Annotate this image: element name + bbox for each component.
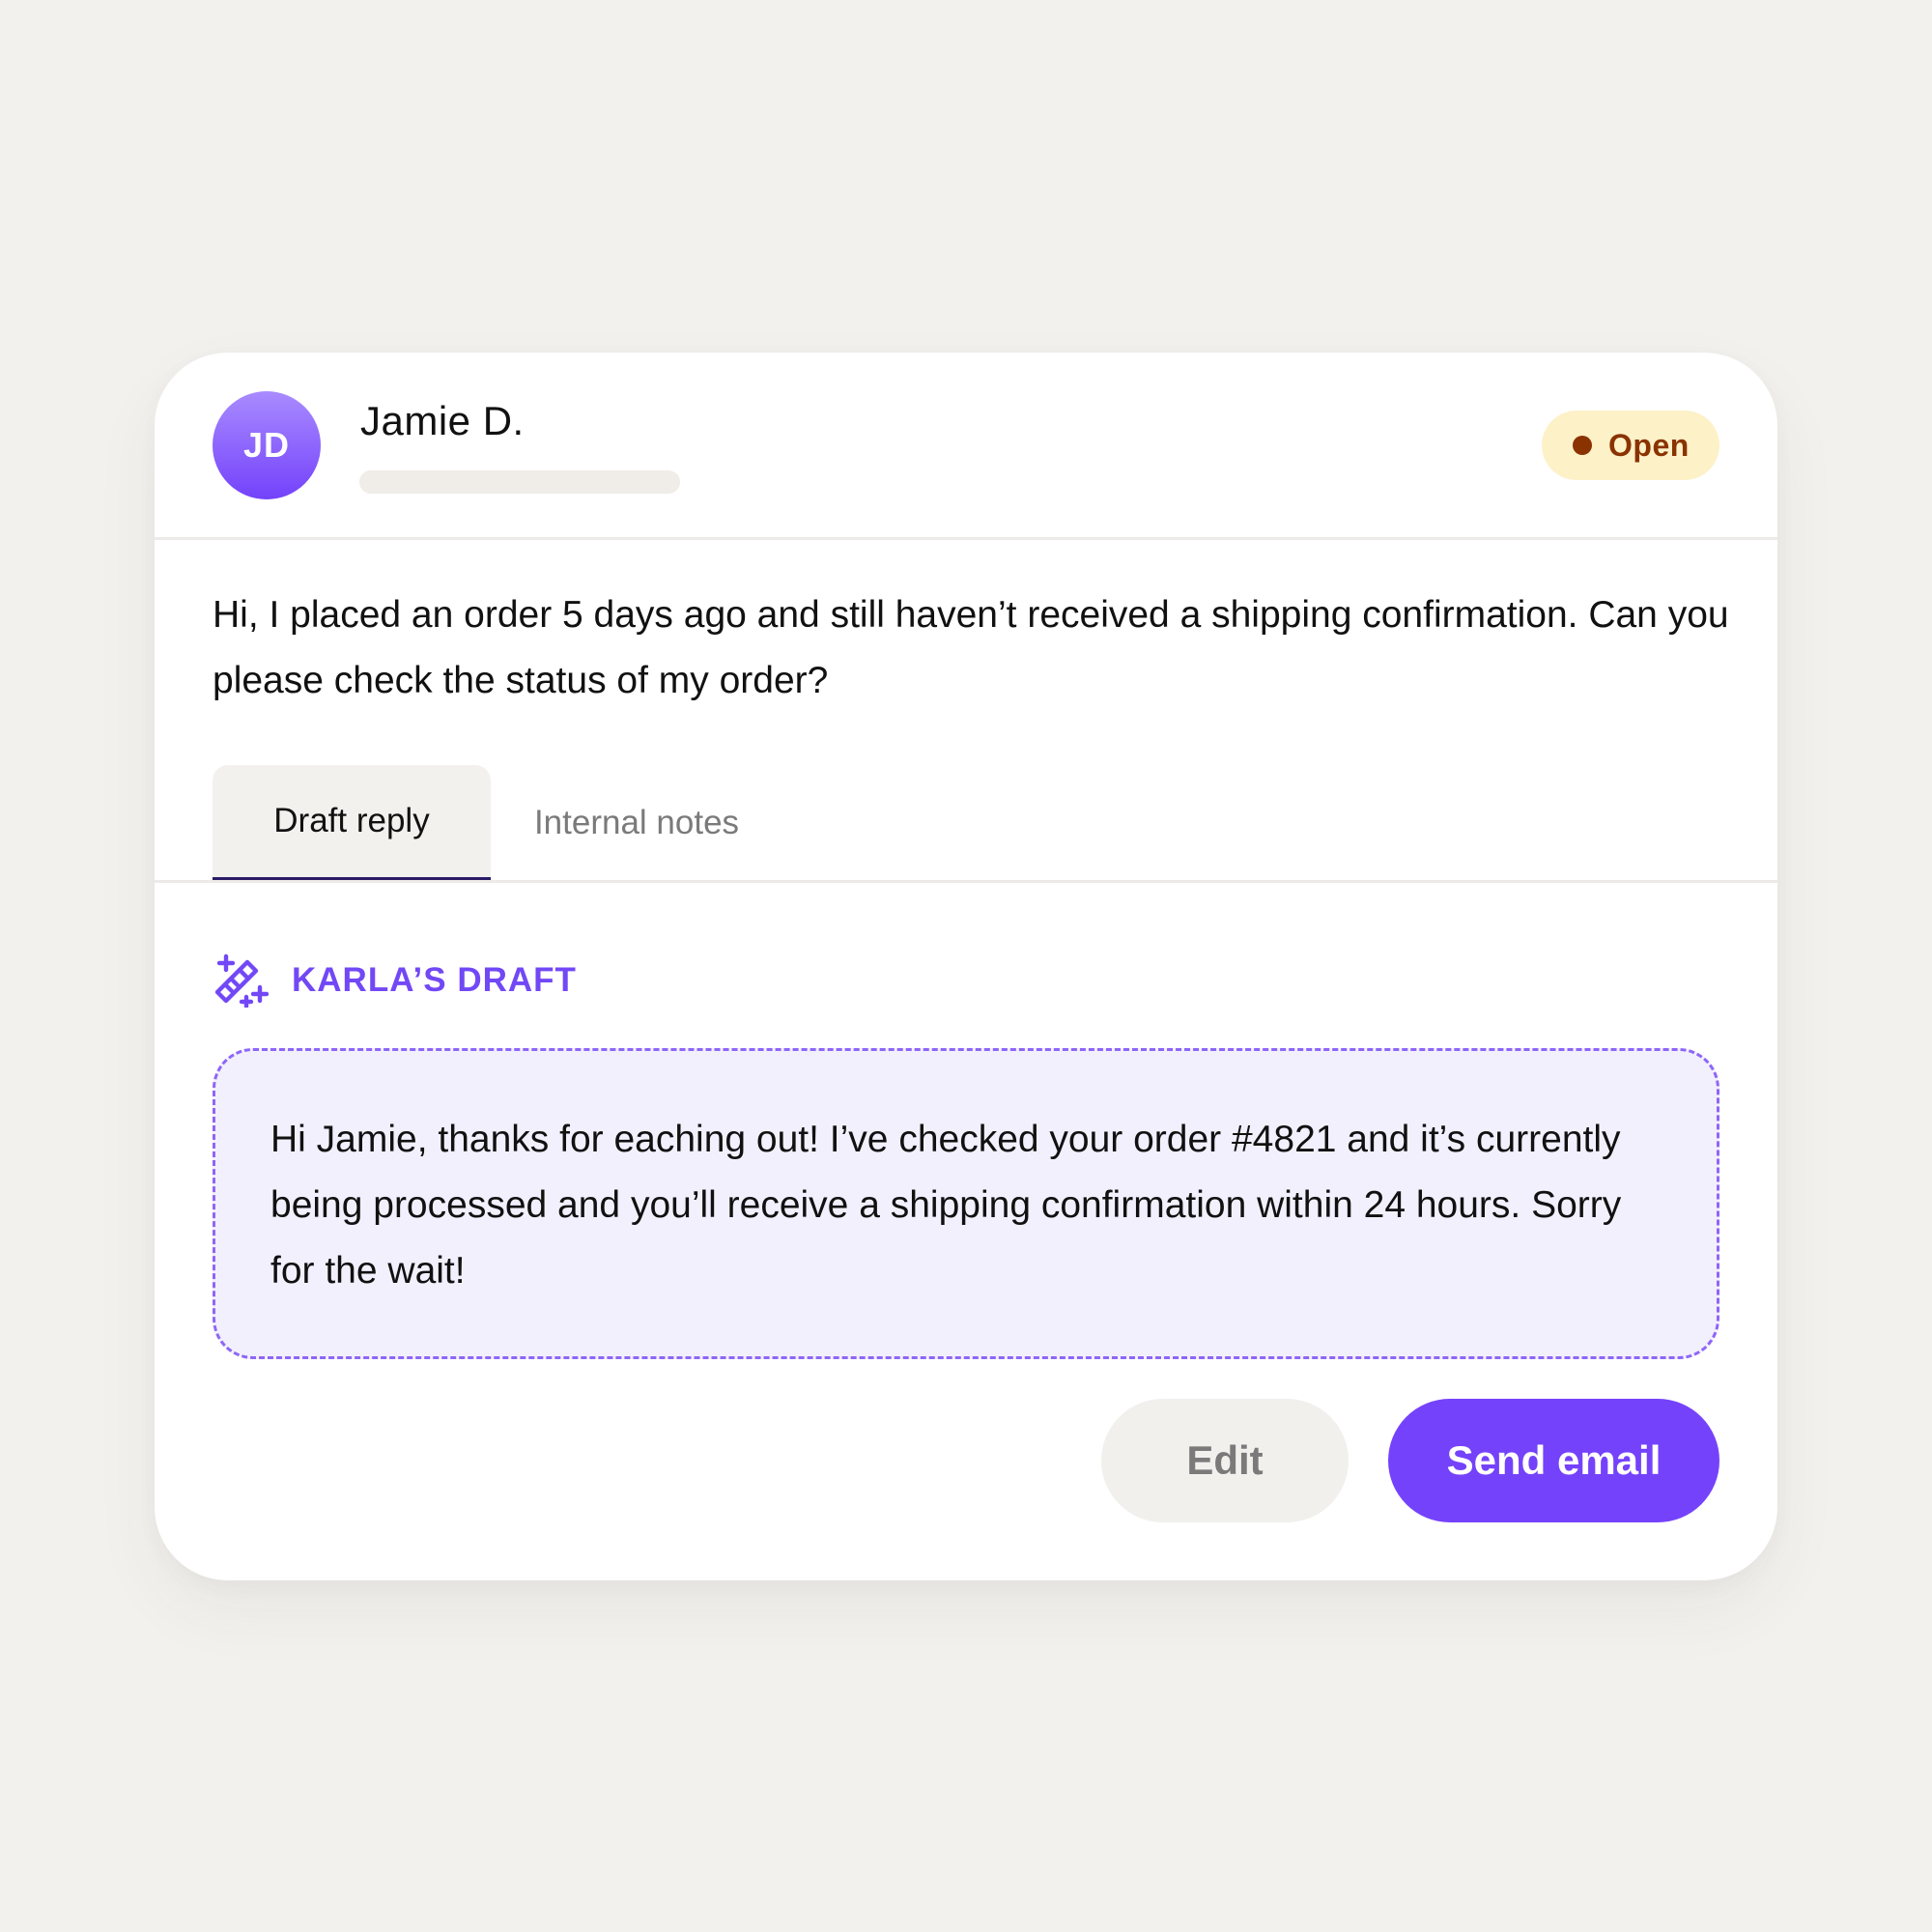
customer-message: Hi, I placed an order 5 days ago and sti… xyxy=(213,594,1729,701)
header-divider xyxy=(155,537,1777,540)
draft-text-box[interactable]: Hi Jamie, thanks for eaching out! I’ve c… xyxy=(213,1048,1719,1359)
tabs-divider xyxy=(155,880,1777,883)
status-dot-icon xyxy=(1573,436,1592,455)
status-badge: Open xyxy=(1542,411,1719,480)
tab-draft-reply[interactable]: Draft reply xyxy=(213,765,491,881)
draft-label: KARLA’S DRAFT xyxy=(292,961,577,999)
sender-detail-placeholder xyxy=(359,470,680,494)
sender-name: Jamie D. xyxy=(360,398,525,443)
magic-wand-icon xyxy=(214,953,270,1008)
edit-button[interactable]: Edit xyxy=(1101,1399,1349,1522)
ticket-card: JD Jamie D. Open Hi, I placed an order 5… xyxy=(155,353,1777,1580)
draft-header: KARLA’S DRAFT xyxy=(213,952,577,1009)
tab-internal-notes[interactable]: Internal notes xyxy=(491,765,782,881)
send-email-button[interactable]: Send email xyxy=(1388,1399,1719,1522)
status-label: Open xyxy=(1608,427,1690,463)
draft-text: Hi Jamie, thanks for eaching out! I’ve c… xyxy=(270,1119,1622,1292)
avatar: JD xyxy=(213,391,321,499)
